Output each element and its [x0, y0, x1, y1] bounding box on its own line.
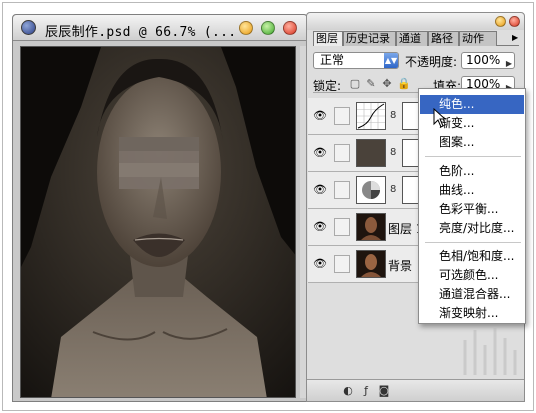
- menu-item-curves[interactable]: 曲线...: [420, 181, 524, 200]
- photoshop-icon: [21, 20, 36, 35]
- opacity-field[interactable]: 100% ▶: [461, 52, 515, 69]
- lock-all-icon[interactable]: 🔒: [397, 78, 411, 90]
- blend-mode-value: 正常: [320, 53, 345, 67]
- opacity-arrow-icon[interactable]: ▶: [506, 56, 512, 71]
- panel-close-button[interactable]: [509, 16, 520, 27]
- tab-paths[interactable]: 路径: [428, 31, 459, 46]
- chain-icon: 8: [390, 184, 397, 195]
- background-thumbnail: [356, 250, 386, 278]
- layer-name: 背景: [388, 259, 413, 273]
- menu-item-levels[interactable]: 色阶...: [420, 162, 524, 181]
- new-adjustment-layer-icon[interactable]: ◐: [341, 384, 355, 398]
- add-mask-icon[interactable]: ◙: [377, 384, 391, 398]
- adjustment-thumbnail: [356, 176, 386, 204]
- opacity-label: 不透明度:: [405, 55, 458, 69]
- layer-style-icon[interactable]: ƒ: [359, 384, 373, 398]
- panel-minimize-button[interactable]: [495, 16, 506, 27]
- eye-icon[interactable]: 👁: [312, 258, 328, 270]
- menu-item-color-balance[interactable]: 色彩平衡...: [420, 200, 524, 219]
- lock-transparent-icon[interactable]: ▢: [349, 78, 361, 90]
- menu-item-selective-color[interactable]: 可选颜色...: [420, 266, 524, 285]
- portrait-image: [21, 47, 295, 397]
- panel-bottom-bar: ◐ ƒ ◙: [307, 379, 524, 401]
- minimize-button[interactable]: [239, 21, 253, 35]
- eye-icon[interactable]: 👁: [312, 221, 328, 233]
- panel-header[interactable]: [307, 13, 524, 30]
- maximize-button[interactable]: [261, 21, 275, 35]
- tabs-overflow-icon[interactable]: ▶: [512, 33, 518, 42]
- eye-icon[interactable]: 👁: [312, 110, 328, 122]
- eye-icon[interactable]: 👁: [312, 184, 328, 196]
- layer-link-box[interactable]: [334, 107, 350, 125]
- layer-link-box[interactable]: [334, 144, 350, 162]
- document-window: 辰辰制作.psd @ 66.7% (...: [12, 14, 308, 402]
- chain-icon: 8: [390, 110, 397, 121]
- lock-move-icon[interactable]: ✥: [381, 78, 393, 90]
- layer-link-box[interactable]: [334, 181, 350, 199]
- tab-actions[interactable]: 动作: [459, 31, 497, 46]
- layer-link-box[interactable]: [334, 218, 350, 236]
- menu-item-hue-saturation[interactable]: 色相/饱和度...: [420, 247, 524, 266]
- blend-mode-select[interactable]: 正常 ▲▼: [313, 52, 399, 69]
- menu-item-pattern[interactable]: 图案...: [420, 133, 524, 152]
- chain-icon: 8: [390, 147, 397, 158]
- menu-item-channel-mixer[interactable]: 通道混合器...: [420, 285, 524, 304]
- lock-label: 锁定:: [313, 79, 342, 93]
- menu-item-brightness-contrast[interactable]: 亮度/对比度...: [420, 219, 524, 238]
- curves-thumbnail: [356, 102, 386, 130]
- watermark-graphic: [463, 328, 517, 375]
- lock-brush-icon[interactable]: ✎: [365, 78, 377, 90]
- layer-thumbnail: [356, 213, 386, 241]
- layer-link-box[interactable]: [334, 255, 350, 273]
- tab-channels[interactable]: 通道: [396, 31, 428, 46]
- menu-separator: [425, 242, 521, 243]
- blend-row: 正常 ▲▼ 不透明度: 100% ▶: [313, 51, 519, 69]
- document-title: 辰辰制作.psd @ 66.7% (...: [45, 25, 237, 40]
- tab-history[interactable]: 历史记录: [343, 31, 396, 46]
- solid-fill-thumbnail: [356, 139, 386, 167]
- document-titlebar[interactable]: 辰辰制作.psd @ 66.7% (...: [13, 15, 307, 41]
- mouse-pointer-icon: [433, 108, 447, 128]
- panel-tabs: 图层 历史记录 通道 路径 动作 ▶: [313, 31, 519, 46]
- blend-dropdown-icon[interactable]: ▲▼: [384, 53, 398, 68]
- opacity-value: 100%: [466, 53, 501, 67]
- menu-separator: [425, 156, 521, 157]
- eye-icon[interactable]: 👁: [312, 147, 328, 159]
- tab-layers[interactable]: 图层: [313, 31, 343, 46]
- document-canvas[interactable]: [20, 46, 296, 398]
- close-button[interactable]: [283, 21, 297, 35]
